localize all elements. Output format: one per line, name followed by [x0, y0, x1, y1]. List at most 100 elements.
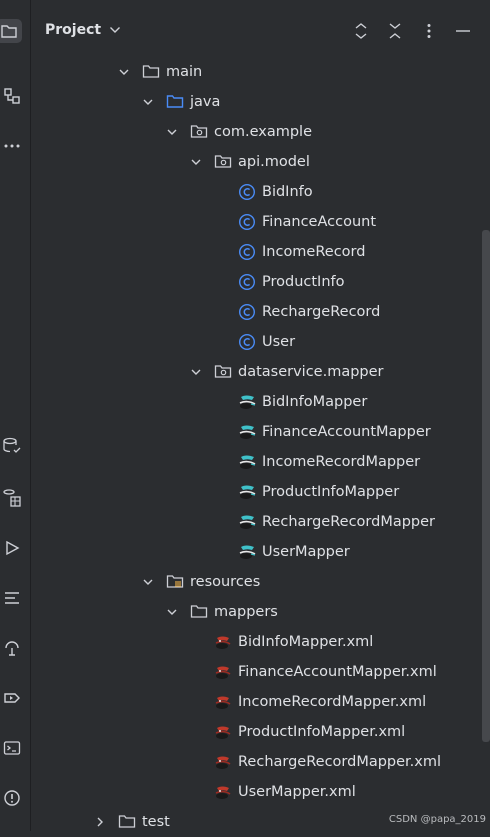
tree-row-usermapper[interactable]: UserMapper: [31, 537, 480, 567]
mybatis-mapper-icon: [238, 483, 256, 501]
tree-item-label: UserMapper.xml: [238, 784, 356, 800]
todo-list-icon[interactable]: [0, 586, 24, 610]
tree-item-label: FinanceAccount: [262, 214, 377, 230]
tree-item-label: BidInfoMapper.xml: [238, 634, 374, 650]
scrollbar-thumb[interactable]: [482, 230, 490, 742]
tree-row-usermapper-xml[interactable]: UserMapper.xml: [31, 777, 480, 807]
more-tools-icon[interactable]: [0, 134, 24, 158]
tree-row-incomerecord[interactable]: IncomeRecord: [31, 237, 480, 267]
tree-item-label: IncomeRecordMapper.xml: [238, 694, 427, 710]
tree-item-label: RechargeRecord: [262, 304, 381, 320]
chevron-down-icon[interactable]: [118, 66, 130, 78]
mybatis-mapper-icon: [238, 513, 256, 531]
terminal-icon[interactable]: [0, 736, 24, 760]
project-view-title[interactable]: Project: [45, 22, 101, 38]
tree-row-bidinfomapper-xml[interactable]: BidInfoMapper.xml: [31, 627, 480, 657]
tree-row-main[interactable]: main: [31, 57, 480, 87]
tree-item-label: IncomeRecordMapper: [262, 454, 421, 470]
tree-row-financeaccount[interactable]: FinanceAccount: [31, 207, 480, 237]
tree-item-label: mappers: [214, 604, 278, 620]
project-tree: main java com.example api.model BidInfo Finan…: [31, 57, 480, 837]
tree-item-label: com.example: [214, 124, 312, 140]
chevron-down-icon[interactable]: [142, 576, 154, 588]
tree-item-label: RechargeRecordMapper.xml: [238, 754, 442, 770]
tree-row-rechargerecord[interactable]: RechargeRecord: [31, 297, 480, 327]
structure-icon[interactable]: [0, 84, 24, 108]
tree-item-label: resources: [190, 574, 261, 590]
collapse-all-icon[interactable]: [378, 21, 412, 41]
source-folder-icon: [166, 93, 184, 111]
package-icon: [214, 153, 232, 171]
tree-row-bidinfomapper[interactable]: BidInfoMapper: [31, 387, 480, 417]
package-icon: [190, 123, 208, 141]
mybatis-xml-icon: [214, 663, 232, 681]
chevron-down-icon[interactable]: [166, 126, 178, 138]
resources-folder-icon: [166, 573, 184, 591]
project-view-icon[interactable]: [0, 19, 22, 43]
chevron-right-icon[interactable]: [94, 816, 106, 828]
project-tool-window-header: Project: [31, 0, 490, 60]
tree-item-label: api.model: [238, 154, 310, 170]
services-icon[interactable]: [0, 686, 24, 710]
tree-item-label: FinanceAccountMapper.xml: [238, 664, 437, 680]
mybatis-xml-icon: [214, 693, 232, 711]
chevron-down-icon[interactable]: [109, 22, 121, 38]
tree-item-label: FinanceAccountMapper: [262, 424, 431, 440]
expand-all-icon[interactable]: [344, 21, 378, 41]
package-icon: [214, 363, 232, 381]
mybatis-mapper-icon: [238, 543, 256, 561]
class-icon: [238, 303, 256, 321]
tree-row-rechargerecordmapper-xml[interactable]: RechargeRecordMapper.xml: [31, 747, 480, 777]
tree-row-api-model[interactable]: api.model: [31, 147, 480, 177]
class-icon: [238, 333, 256, 351]
class-icon: [238, 183, 256, 201]
tree-row-user[interactable]: User: [31, 327, 480, 357]
tree-item-label: UserMapper: [262, 544, 350, 560]
tree-row-financeaccountmapper-xml[interactable]: FinanceAccountMapper.xml: [31, 657, 480, 687]
tree-item-label: ProductInfo: [262, 274, 345, 290]
tree-item-label: ProductInfoMapper: [262, 484, 400, 500]
tree-row-rechargerecordmapper[interactable]: RechargeRecordMapper: [31, 507, 480, 537]
endpoints-icon[interactable]: [0, 636, 24, 660]
tree-row-productinfomapper[interactable]: ProductInfoMapper: [31, 477, 480, 507]
tree-row-productinfomapper-xml[interactable]: ProductInfoMapper.xml: [31, 717, 480, 747]
tree-item-label: IncomeRecord: [262, 244, 366, 260]
tree-row-incomerecordmapper[interactable]: IncomeRecordMapper: [31, 447, 480, 477]
tree-row-java[interactable]: java: [31, 87, 480, 117]
tree-row-bidinfo[interactable]: BidInfo: [31, 177, 480, 207]
tree-row-com-example[interactable]: com.example: [31, 117, 480, 147]
tree-item-label: ProductInfoMapper.xml: [238, 724, 406, 740]
problems-icon[interactable]: [0, 786, 24, 810]
class-icon: [238, 273, 256, 291]
tree-item-label: dataservice.mapper: [238, 364, 384, 380]
mybatis-mapper-icon: [238, 453, 256, 471]
tree-row-incomerecordmapper-xml[interactable]: IncomeRecordMapper.xml: [31, 687, 480, 717]
tree-row-dataservice-mapper[interactable]: dataservice.mapper: [31, 357, 480, 387]
tree-item-label: main: [166, 64, 203, 80]
tree-row-productinfo[interactable]: ProductInfo: [31, 267, 480, 297]
tree-item-label: RechargeRecordMapper: [262, 514, 436, 530]
tree-item-label: User: [262, 334, 296, 350]
mybatis-xml-icon: [214, 783, 232, 801]
mybatis-xml-icon: [214, 633, 232, 651]
chevron-down-icon[interactable]: [166, 606, 178, 618]
tree-item-label: BidInfo: [262, 184, 313, 200]
mybatis-mapper-icon: [238, 423, 256, 441]
run-icon[interactable]: [0, 536, 24, 560]
database-tables-icon[interactable]: [0, 486, 24, 510]
tree-item-label: test: [142, 814, 170, 830]
database-icon[interactable]: [0, 434, 24, 458]
chevron-down-icon[interactable]: [190, 156, 202, 168]
class-icon: [238, 213, 256, 231]
tree-row-financeaccountmapper[interactable]: FinanceAccountMapper: [31, 417, 480, 447]
tool-window-rail: [0, 0, 31, 831]
tree-row-mappers[interactable]: mappers: [31, 597, 480, 627]
hide-icon[interactable]: [446, 21, 480, 41]
mybatis-xml-icon: [214, 723, 232, 741]
chevron-down-icon[interactable]: [142, 96, 154, 108]
options-menu-icon[interactable]: [412, 21, 446, 41]
tree-item-label: BidInfoMapper: [262, 394, 368, 410]
chevron-down-icon[interactable]: [190, 366, 202, 378]
mybatis-xml-icon: [214, 753, 232, 771]
tree-row-resources[interactable]: resources: [31, 567, 480, 597]
